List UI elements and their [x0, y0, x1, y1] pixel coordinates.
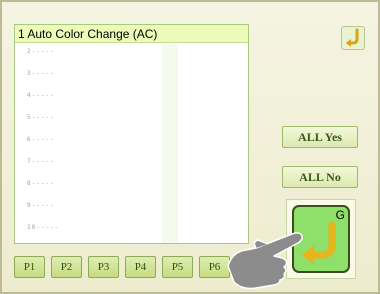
all-yes-button[interactable]: ALL Yes: [282, 126, 358, 148]
color-change-list: 1 Auto Color Change (AC) 2----- 3----- 4…: [14, 24, 249, 244]
function-key-p5[interactable]: P5: [162, 256, 193, 278]
list-row[interactable]: 8-----: [27, 178, 55, 190]
list-row[interactable]: 10-----: [27, 222, 59, 234]
list-row[interactable]: 3-----: [27, 68, 55, 80]
return-button[interactable]: [341, 26, 365, 50]
list-header-selected-row[interactable]: 1 Auto Color Change (AC): [15, 25, 248, 43]
button-g-label: G: [335, 208, 345, 222]
function-key-p2[interactable]: P2: [51, 256, 82, 278]
list-row[interactable]: 5-----: [27, 112, 55, 124]
pointing-hand-icon: [227, 232, 303, 290]
list-body: 2----- 3----- 4----- 5----- 6----- 7----…: [15, 44, 248, 243]
all-no-button[interactable]: ALL No: [282, 166, 358, 188]
function-key-p1[interactable]: P1: [14, 256, 45, 278]
yellow-return-arrow-icon: [346, 28, 359, 47]
function-key-p4[interactable]: P4: [125, 256, 156, 278]
list-row[interactable]: 6-----: [27, 134, 55, 146]
list-row[interactable]: 9-----: [27, 200, 55, 212]
list-row[interactable]: 2-----: [27, 46, 55, 58]
list-row[interactable]: 4-----: [27, 90, 55, 102]
function-key-p3[interactable]: P3: [88, 256, 119, 278]
list-row[interactable]: 7-----: [27, 156, 55, 168]
